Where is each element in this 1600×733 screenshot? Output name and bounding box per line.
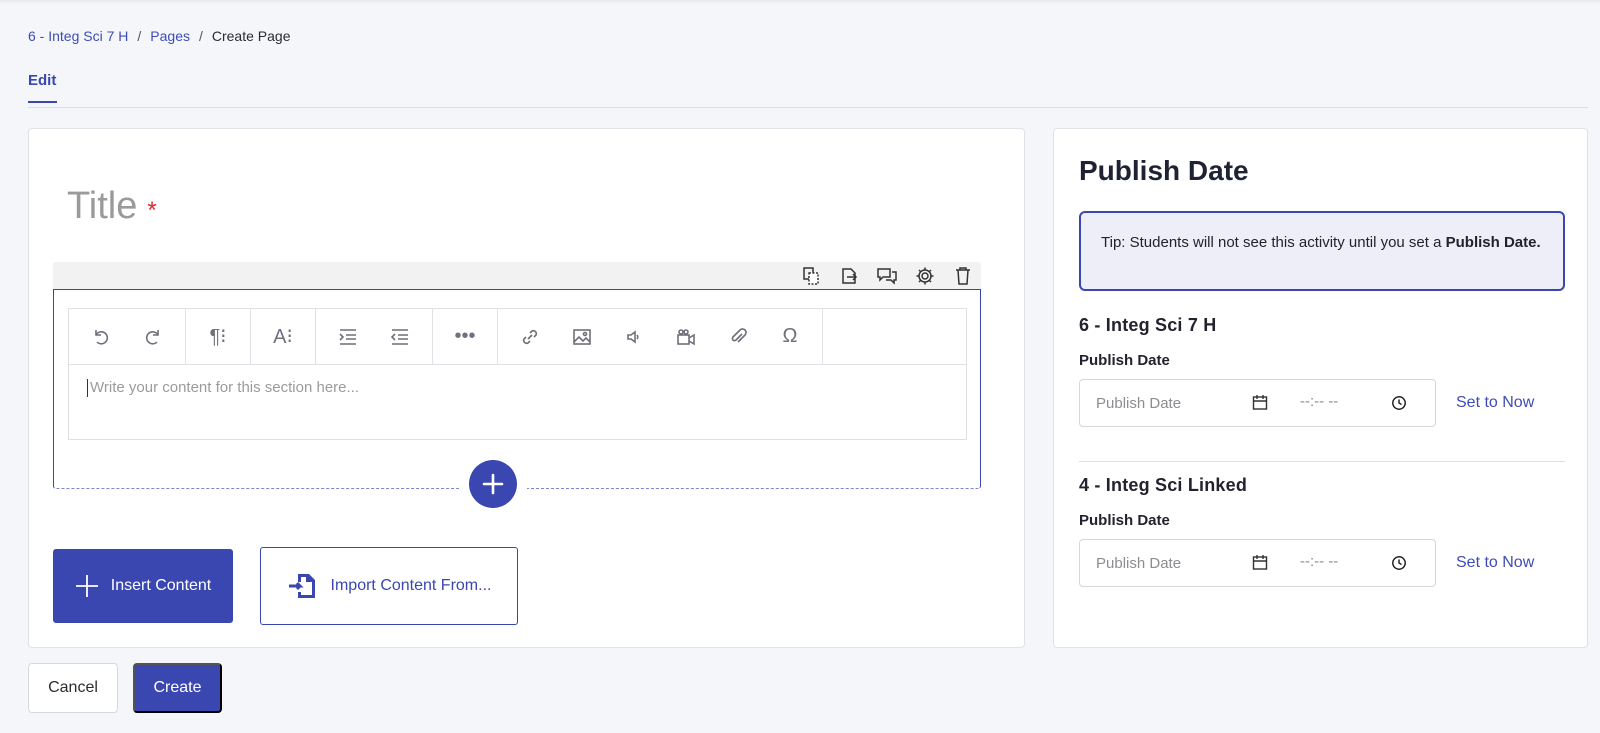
title-placeholder[interactable]: Title — [67, 185, 137, 228]
publish-date-label: Publish Date — [1079, 352, 1170, 369]
text-caret — [87, 379, 88, 398]
time-placeholder[interactable]: --:-- -- — [1300, 553, 1338, 570]
page-editor-card: Title * ¶⁝ A⁝ ••• Ω Write your content f… — [28, 128, 1025, 648]
content-section: ¶⁝ A⁝ ••• Ω Write your content for this … — [53, 289, 981, 489]
tab-bar: Edit — [28, 70, 1588, 108]
clock-icon[interactable] — [1391, 395, 1407, 411]
move-out-icon[interactable] — [837, 264, 861, 288]
image-icon[interactable] — [556, 317, 608, 357]
plus-icon — [75, 575, 98, 597]
tab-edit[interactable]: Edit — [28, 72, 57, 103]
calendar-icon[interactable] — [1252, 394, 1268, 411]
publish-date-input[interactable]: Publish Date --:-- -- — [1079, 379, 1436, 427]
breadcrumb: 6 - Integ Sci 7 H / Pages / Create Page — [28, 28, 290, 44]
tip-text: Tip: Students will not see this activity… — [1101, 234, 1446, 251]
content-placeholder: Write your content for this section here… — [90, 379, 360, 396]
course-publish-block: 4 - Integ Sci Linked Publish Date Publis… — [1079, 475, 1565, 587]
clock-icon[interactable] — [1391, 555, 1407, 571]
rich-text-editor: ¶⁝ A⁝ ••• Ω Write your content for this … — [68, 308, 967, 440]
attachment-icon[interactable] — [712, 317, 764, 357]
set-to-now-link[interactable]: Set to Now — [1456, 394, 1534, 412]
required-indicator: * — [147, 197, 157, 224]
course-name: 4 - Integ Sci Linked — [1079, 475, 1248, 495]
undo-icon[interactable] — [75, 317, 127, 357]
course-divider — [1079, 461, 1565, 462]
insert-content-label: Insert Content — [110, 577, 212, 594]
section-toolbar — [53, 262, 981, 289]
publish-date-panel: Publish Date Tip: Students will not see … — [1053, 128, 1588, 648]
video-icon[interactable] — [660, 317, 712, 357]
content-input[interactable]: Write your content for this section here… — [87, 379, 360, 398]
special-character-icon[interactable]: Ω — [764, 317, 816, 357]
create-button[interactable]: Create — [133, 663, 222, 713]
add-section-button[interactable] — [469, 460, 517, 508]
date-placeholder: Publish Date — [1096, 554, 1182, 572]
paragraph-format-icon[interactable]: ¶⁝ — [192, 317, 244, 357]
breadcrumb-separator: / — [137, 28, 142, 44]
insert-content-button[interactable]: Insert Content — [53, 549, 233, 623]
delete-icon[interactable] — [951, 264, 975, 288]
indent-icon[interactable] — [322, 317, 374, 357]
cancel-button[interactable]: Cancel — [28, 663, 118, 713]
text-style-icon[interactable]: A⁝ — [257, 317, 309, 357]
import-content-button[interactable]: Import Content From... — [260, 547, 518, 625]
breadcrumb-separator: / — [198, 28, 203, 44]
publish-date-label: Publish Date — [1079, 512, 1170, 529]
import-content-label: Import Content From... — [330, 577, 492, 594]
duplicate-icon[interactable] — [799, 264, 823, 288]
more-icon[interactable]: ••• — [439, 317, 491, 357]
tip-bold-text: Publish Date. — [1445, 234, 1541, 251]
breadcrumb-course-link[interactable]: 6 - Integ Sci 7 H — [28, 28, 128, 44]
publish-date-input[interactable]: Publish Date --:-- -- — [1079, 539, 1436, 587]
import-file-icon — [288, 574, 315, 598]
panel-title: Publish Date — [1079, 155, 1249, 186]
time-placeholder[interactable]: --:-- -- — [1300, 393, 1338, 410]
course-name: 6 - Integ Sci 7 H — [1079, 315, 1217, 335]
editor-toolbar: ¶⁝ A⁝ ••• Ω — [69, 308, 966, 365]
top-shadow — [0, 0, 1600, 4]
plus-icon — [482, 473, 504, 495]
title-field[interactable]: Title * — [67, 185, 157, 228]
audio-icon[interactable] — [608, 317, 660, 357]
outdent-icon[interactable] — [374, 317, 426, 357]
link-icon[interactable] — [504, 317, 556, 357]
calendar-icon[interactable] — [1252, 554, 1268, 571]
course-publish-block: 6 - Integ Sci 7 H Publish Date Publish D… — [1079, 315, 1565, 427]
comment-icon[interactable] — [875, 264, 899, 288]
breadcrumb-pages-link[interactable]: Pages — [150, 28, 190, 44]
date-placeholder: Publish Date — [1096, 394, 1182, 412]
redo-icon[interactable] — [127, 317, 179, 357]
settings-icon[interactable] — [913, 264, 937, 288]
breadcrumb-current: Create Page — [211, 28, 291, 44]
publish-tip: Tip: Students will not see this activity… — [1079, 211, 1565, 291]
set-to-now-link[interactable]: Set to Now — [1456, 554, 1534, 572]
